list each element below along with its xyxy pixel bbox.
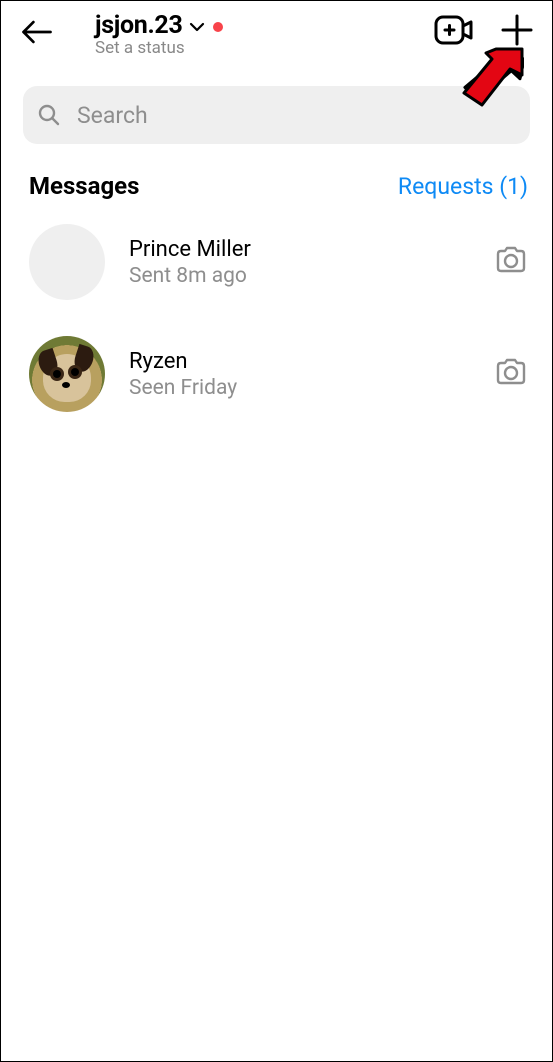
conversation-subtitle: Seen Friday [129,376,470,400]
header-actions [434,13,534,47]
conversation-subtitle: Sent 8m ago [129,264,470,288]
conversation-name: Ryzen [129,349,470,374]
camera-icon [494,245,528,275]
plus-icon [500,13,534,47]
avatar [29,224,105,300]
username-row: jsjon.23 [95,11,420,40]
chevron-down-icon [189,21,205,33]
status-prompt[interactable]: Set a status [95,38,420,58]
video-call-button[interactable] [434,13,474,47]
arrow-left-icon [19,17,55,47]
avatar [29,336,105,412]
camera-button[interactable] [494,357,528,391]
requests-link[interactable]: Requests (1) [398,173,528,200]
search-placeholder: Search [77,102,148,129]
username-label: jsjon.23 [95,11,183,40]
back-button[interactable] [19,14,55,50]
conversation-item[interactable]: Prince Miller Sent 8m ago [1,206,552,318]
search-icon [37,103,61,127]
notification-dot [213,22,223,32]
search-input[interactable]: Search [23,86,530,144]
conversation-text: Ryzen Seen Friday [129,349,470,400]
messages-title: Messages [29,172,139,200]
conversation-item[interactable]: Ryzen Seen Friday [1,318,552,430]
account-switcher[interactable]: jsjon.23 Set a status [95,11,420,58]
camera-icon [494,357,528,387]
conversation-text: Prince Miller Sent 8m ago [129,237,470,288]
messages-section-header: Messages Requests (1) [1,144,552,200]
header-bar: jsjon.23 Set a status [1,1,552,62]
conversation-list: Prince Miller Sent 8m ago Ryzen Seen Fri… [1,206,552,430]
conversation-name: Prince Miller [129,237,470,262]
camera-button[interactable] [494,245,528,279]
video-plus-icon [434,13,474,47]
new-message-button[interactable] [500,13,534,47]
